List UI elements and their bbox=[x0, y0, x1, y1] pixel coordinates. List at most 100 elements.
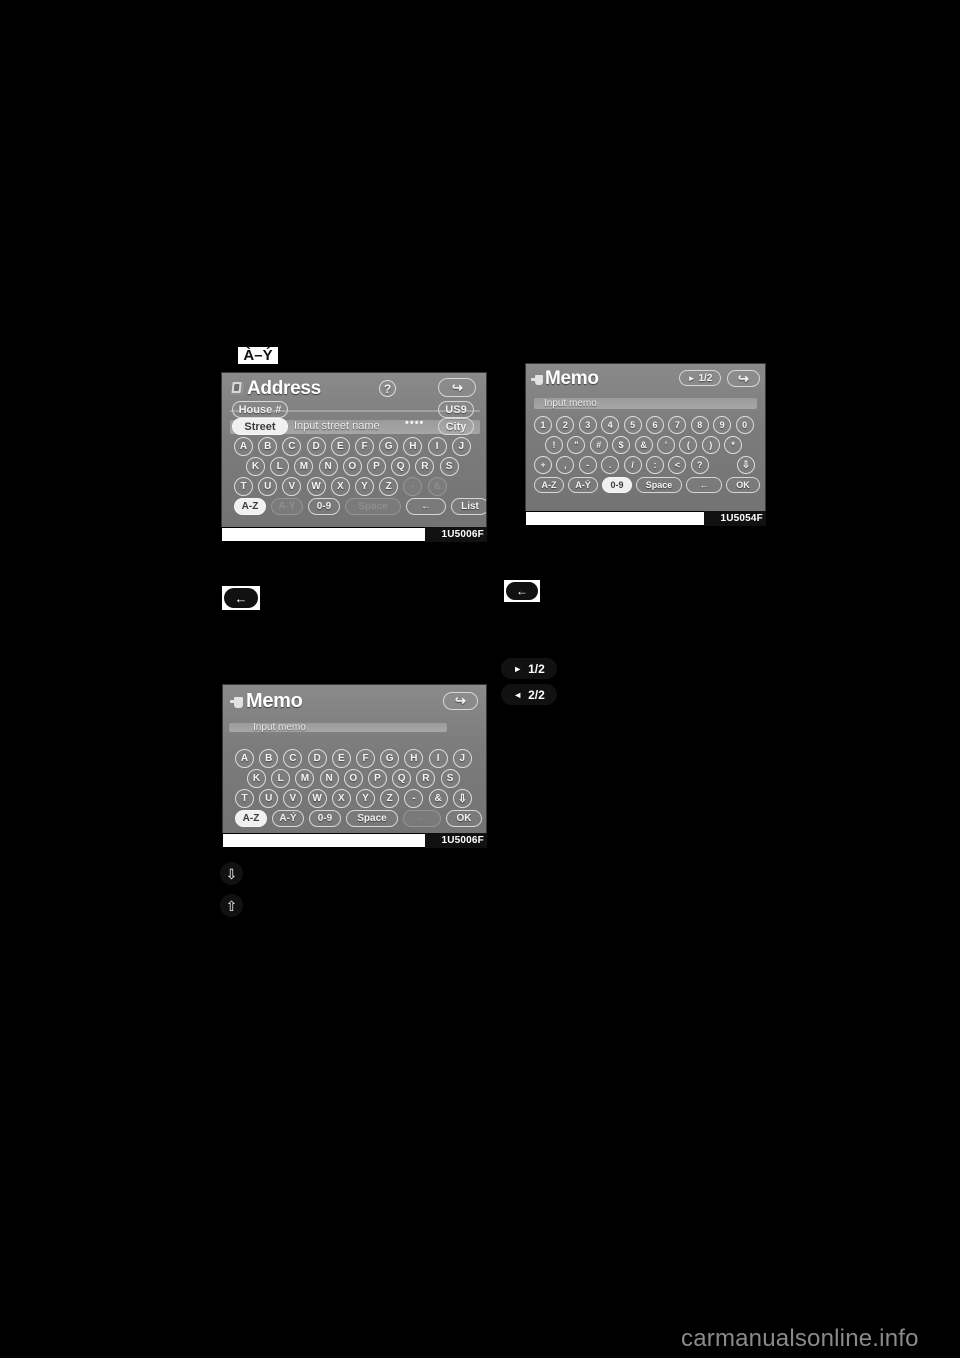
help-button[interactable]: ? bbox=[379, 380, 396, 397]
address-letter-key[interactable]: C bbox=[282, 437, 302, 456]
memo-alpha-letter-key[interactable]: S bbox=[440, 769, 460, 788]
memo-numeric-key[interactable]: : bbox=[646, 456, 664, 474]
memo-alpha-letter-key[interactable]: - bbox=[404, 789, 424, 808]
address-letter-key[interactable]: L bbox=[270, 457, 290, 476]
memo-alpha-mode-button[interactable]: OK bbox=[446, 810, 482, 827]
memo-numeric-key[interactable]: - bbox=[578, 456, 597, 474]
memo-numeric-key[interactable]: 8 bbox=[690, 416, 709, 434]
address-letter-key[interactable]: H bbox=[403, 437, 423, 456]
memo-numeric-shift-down-key[interactable]: ⇩ bbox=[737, 456, 755, 474]
address-letter-key[interactable]: V bbox=[282, 477, 302, 496]
memo-alpha-mode-button[interactable]: A-Z bbox=[235, 810, 267, 827]
address-letter-key[interactable]: O bbox=[342, 457, 362, 476]
memo-numeric-key[interactable]: 3 bbox=[578, 416, 597, 434]
memo-alpha-letter-key[interactable]: F bbox=[356, 749, 375, 768]
address-letter-key[interactable]: T bbox=[234, 477, 253, 496]
street-button[interactable]: Street bbox=[232, 418, 288, 435]
memo-numeric-key[interactable]: & bbox=[634, 436, 653, 454]
memo-numeric-key[interactable]: + bbox=[534, 456, 552, 474]
address-mode-button[interactable]: List bbox=[451, 498, 486, 515]
memo-numeric-mode-button[interactable]: Space bbox=[636, 477, 682, 493]
address-mode-button[interactable]: 0-9 bbox=[308, 498, 340, 515]
memo-alpha-letter-key[interactable]: X bbox=[331, 789, 351, 808]
address-letter-key[interactable]: I bbox=[427, 437, 447, 456]
address-letter-key[interactable]: S bbox=[439, 457, 459, 476]
memo-page-indicator-button[interactable]: ► 1/2 bbox=[679, 370, 721, 386]
memo-alpha-letter-key[interactable]: J bbox=[452, 749, 472, 768]
memo-numeric-key[interactable]: ! bbox=[545, 436, 563, 454]
memo-numeric-mode-button[interactable]: A-Ý bbox=[568, 477, 598, 493]
memo-alpha-letter-key[interactable]: M bbox=[295, 769, 315, 788]
memo-alpha-letter-key[interactable]: W bbox=[307, 789, 327, 808]
memo-alpha-back-button[interactable]: ↩ bbox=[443, 692, 478, 710]
memo-alpha-shift-down-key[interactable]: ⇩ bbox=[453, 789, 472, 808]
memo-numeric-mode-button[interactable]: ← bbox=[686, 477, 722, 493]
address-letter-key[interactable]: P bbox=[367, 457, 386, 476]
memo-numeric-key[interactable]: / bbox=[623, 456, 642, 474]
address-letter-key[interactable]: Y bbox=[355, 477, 374, 496]
memo-alpha-mode-button[interactable]: 0-9 bbox=[309, 810, 341, 827]
memo-alpha-letter-key[interactable]: A bbox=[235, 749, 254, 768]
memo-alpha-mode-button[interactable]: A-Ý bbox=[272, 810, 304, 827]
memo-numeric-back-button[interactable]: ↩ bbox=[727, 370, 760, 387]
memo-alpha-letter-key[interactable]: L bbox=[271, 769, 291, 788]
city-button[interactable]: City bbox=[438, 418, 474, 435]
back-button[interactable]: ↩ bbox=[438, 378, 476, 397]
address-letter-key[interactable]: W bbox=[306, 477, 326, 496]
address-letter-key[interactable]: E bbox=[330, 437, 350, 456]
address-letter-key[interactable]: B bbox=[258, 437, 278, 456]
memo-numeric-key[interactable]: 2 bbox=[556, 416, 575, 434]
memo-alpha-letter-key[interactable]: D bbox=[307, 749, 327, 768]
memo-alpha-letter-key[interactable]: I bbox=[428, 749, 448, 768]
memo-numeric-key[interactable]: 0 bbox=[735, 416, 754, 434]
memo-numeric-mode-button[interactable]: OK bbox=[726, 477, 760, 493]
memo-alpha-letter-key[interactable]: O bbox=[343, 769, 363, 788]
address-letter-key[interactable]: A bbox=[234, 437, 253, 456]
memo-numeric-key[interactable]: " bbox=[567, 436, 586, 454]
memo-alpha-mode-button[interactable]: Space bbox=[346, 810, 398, 827]
memo-numeric-key[interactable]: 7 bbox=[668, 416, 687, 434]
memo-numeric-key[interactable]: , bbox=[556, 456, 575, 474]
address-letter-key[interactable]: D bbox=[306, 437, 326, 456]
memo-alpha-letter-key[interactable]: K bbox=[247, 769, 266, 788]
address-letter-key[interactable]: F bbox=[355, 437, 374, 456]
memo-numeric-key[interactable]: ) bbox=[701, 436, 720, 454]
memo-alpha-letter-key[interactable]: G bbox=[380, 749, 400, 768]
memo-numeric-key[interactable]: * bbox=[724, 436, 743, 454]
memo-alpha-letter-key[interactable]: E bbox=[331, 749, 351, 768]
memo-numeric-key[interactable]: 6 bbox=[646, 416, 664, 434]
memo-numeric-key[interactable]: 9 bbox=[713, 416, 732, 434]
memo-numeric-key[interactable]: # bbox=[589, 436, 608, 454]
address-letter-key[interactable]: M bbox=[294, 457, 314, 476]
address-mode-button[interactable]: A-Z bbox=[234, 498, 266, 515]
memo-numeric-key[interactable]: $ bbox=[612, 436, 631, 454]
memo-alpha-letter-key[interactable]: B bbox=[259, 749, 279, 768]
memo-numeric-key[interactable]: ? bbox=[690, 456, 709, 474]
memo-numeric-key[interactable]: 5 bbox=[623, 416, 642, 434]
memo-numeric-key[interactable]: ' bbox=[657, 436, 675, 454]
memo-alpha-letter-key[interactable]: Z bbox=[380, 789, 400, 808]
memo-numeric-key[interactable]: ( bbox=[679, 436, 698, 454]
memo-alpha-letter-key[interactable]: P bbox=[368, 769, 387, 788]
house-number-button[interactable]: House # bbox=[232, 401, 288, 418]
memo-alpha-letter-key[interactable]: H bbox=[404, 749, 424, 768]
address-letter-key[interactable]: R bbox=[415, 457, 435, 476]
address-letter-key[interactable]: J bbox=[451, 437, 471, 456]
address-letter-key[interactable]: X bbox=[330, 477, 350, 496]
memo-numeric-key[interactable]: < bbox=[668, 456, 687, 474]
memo-alpha-letter-key[interactable]: C bbox=[283, 749, 303, 768]
memo-numeric-mode-button[interactable]: 0-9 bbox=[602, 477, 632, 493]
address-letter-key[interactable]: G bbox=[379, 437, 399, 456]
memo-numeric-key[interactable]: 1 bbox=[534, 416, 552, 434]
memo-alpha-letter-key[interactable]: V bbox=[283, 789, 303, 808]
memo-numeric-key[interactable]: 4 bbox=[601, 416, 620, 434]
address-letter-key[interactable]: Q bbox=[391, 457, 411, 476]
address-letter-key[interactable]: Z bbox=[379, 477, 399, 496]
memo-alpha-letter-key[interactable]: T bbox=[235, 789, 254, 808]
address-mode-button[interactable]: ← bbox=[406, 498, 446, 515]
address-letter-key[interactable]: U bbox=[258, 477, 278, 496]
memo-alpha-letter-key[interactable]: Y bbox=[356, 789, 375, 808]
region-button[interactable]: US9 bbox=[438, 401, 474, 418]
memo-numeric-key[interactable]: . bbox=[601, 456, 620, 474]
memo-alpha-letter-key[interactable]: N bbox=[319, 769, 339, 788]
